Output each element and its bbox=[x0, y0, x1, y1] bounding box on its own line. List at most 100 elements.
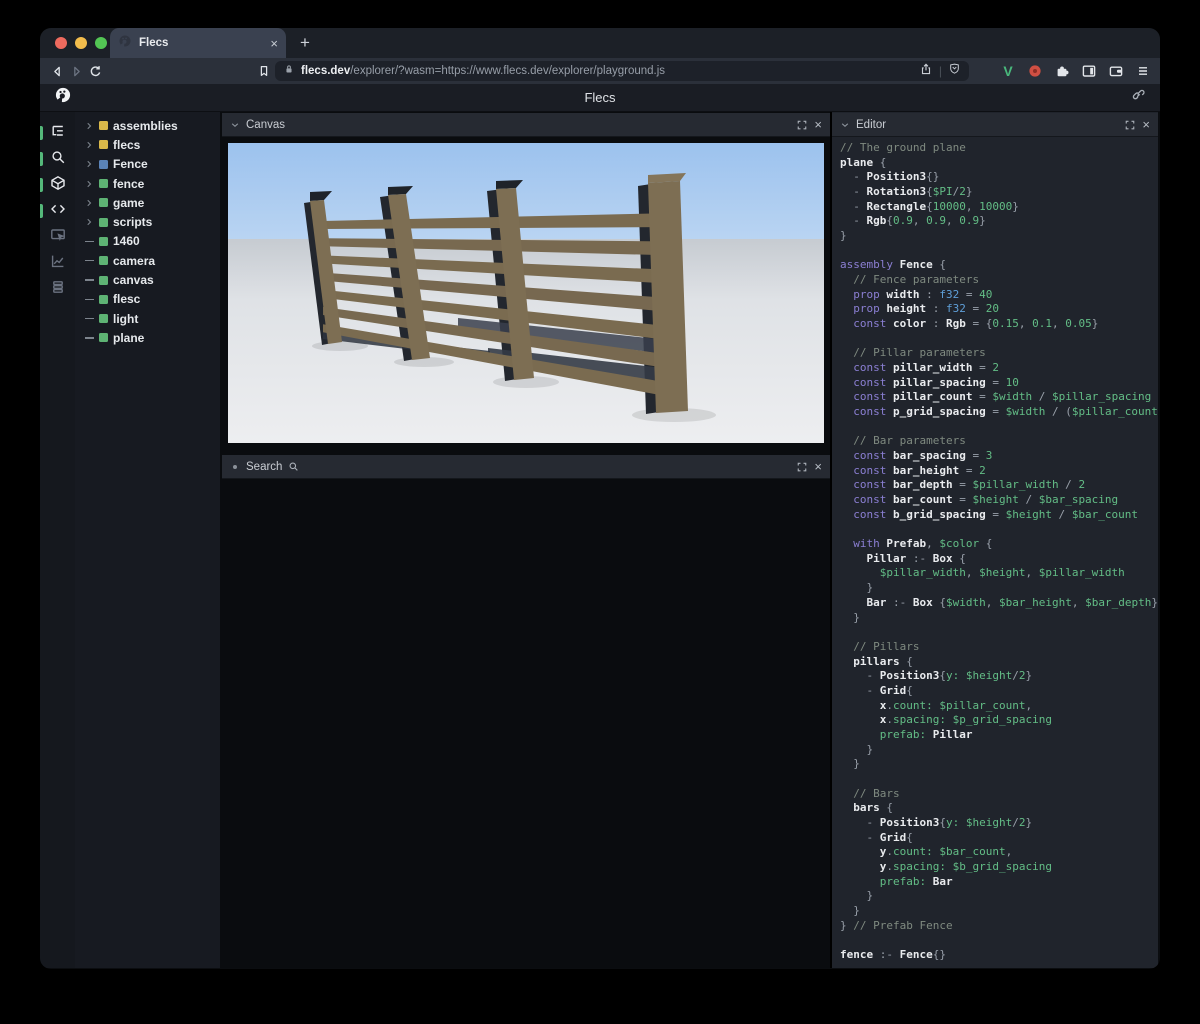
rail-item-outliner[interactable] bbox=[40, 120, 75, 146]
tree-item-flecs[interactable]: flecs bbox=[75, 135, 220, 154]
code-line: const pillar_width = 2 bbox=[840, 361, 1158, 376]
tree-item-light[interactable]: light bbox=[75, 309, 220, 328]
code-line: } // Prefab Fence bbox=[840, 919, 1158, 934]
share-icon[interactable] bbox=[919, 62, 933, 81]
code-line: } bbox=[840, 904, 1158, 919]
tree-item-camera[interactable]: camera bbox=[75, 251, 220, 270]
entity-color-square bbox=[99, 276, 108, 285]
code-line: const p_grid_spacing = $width / ($pillar… bbox=[840, 405, 1158, 420]
code-line: with Prefab, $color { bbox=[840, 537, 1158, 552]
rail-item-search[interactable] bbox=[40, 146, 75, 172]
leaf-dash-icon bbox=[84, 241, 94, 243]
cube-icon bbox=[50, 175, 66, 196]
code-line bbox=[840, 332, 1158, 347]
fence-render bbox=[228, 143, 824, 443]
code-line: // Bar parameters bbox=[840, 434, 1158, 449]
collapse-chevron-icon[interactable] bbox=[840, 120, 850, 130]
outliner-icon bbox=[50, 123, 66, 144]
close-panel-icon[interactable]: × bbox=[814, 459, 822, 474]
brave-shield-icon[interactable] bbox=[948, 62, 961, 80]
collapse-chevron-icon[interactable] bbox=[230, 120, 240, 130]
code-line: pillars { bbox=[840, 655, 1158, 670]
minimize-window-button[interactable] bbox=[75, 37, 87, 49]
code-line: const bar_count = $height / $bar_spacing bbox=[840, 493, 1158, 508]
expand-chevron-icon[interactable] bbox=[84, 141, 94, 149]
tree-item-game[interactable]: game bbox=[75, 193, 220, 212]
menu-icon[interactable] bbox=[1134, 62, 1152, 80]
leaf-dash-icon bbox=[84, 299, 94, 301]
fullscreen-icon[interactable] bbox=[796, 461, 808, 473]
code-line: $pillar_width, $height, $pillar_width bbox=[840, 566, 1158, 581]
code-line: bars { bbox=[840, 801, 1158, 816]
tree-item-plane[interactable]: plane bbox=[75, 328, 220, 347]
editor-panel-header: Editor × bbox=[832, 113, 1158, 137]
expand-chevron-icon[interactable] bbox=[84, 218, 94, 226]
new-tab-button[interactable]: + bbox=[300, 33, 310, 53]
expand-chevron-icon[interactable] bbox=[84, 160, 94, 168]
rail-item-code[interactable] bbox=[40, 198, 75, 224]
code-line: Bar :- Box {$width, $bar_height, $bar_de… bbox=[840, 596, 1158, 611]
tree-item-Fence[interactable]: Fence bbox=[75, 155, 220, 174]
tab-close-icon[interactable]: × bbox=[270, 36, 278, 51]
entity-tree: assemblies flecsFence fence gamescripts 1460… bbox=[75, 112, 222, 968]
editor-panel-title: Editor bbox=[856, 119, 886, 131]
code-line: const bar_height = 2 bbox=[840, 464, 1158, 479]
tree-item-scripts[interactable]: scripts bbox=[75, 212, 220, 231]
canvas-3d-view[interactable] bbox=[222, 137, 830, 449]
tree-item-fence[interactable]: fence bbox=[75, 174, 220, 193]
bookmark-icon[interactable] bbox=[257, 62, 271, 80]
collapsed-dot-icon[interactable] bbox=[233, 465, 237, 469]
code-icon bbox=[50, 201, 66, 222]
red-extension-icon[interactable] bbox=[1026, 62, 1044, 80]
close-panel-icon[interactable]: × bbox=[814, 117, 822, 132]
tree-item-assemblies[interactable]: assemblies bbox=[75, 116, 220, 135]
wallet-icon[interactable] bbox=[1107, 62, 1125, 80]
fullscreen-icon[interactable] bbox=[1124, 119, 1136, 131]
zoom-window-button[interactable] bbox=[95, 37, 107, 49]
code-line: const pillar_spacing = 10 bbox=[840, 376, 1158, 391]
forward-icon[interactable] bbox=[69, 62, 84, 80]
entity-color-square bbox=[99, 314, 108, 323]
vimium-v-icon[interactable]: V bbox=[999, 62, 1017, 80]
fullscreen-icon[interactable] bbox=[796, 119, 808, 131]
code-line: fence :- Fence{} bbox=[840, 948, 1158, 963]
rail-item-chart[interactable] bbox=[40, 250, 75, 276]
code-line: assembly Fence { bbox=[840, 258, 1158, 273]
code-line: // The ground plane bbox=[840, 141, 1158, 156]
back-icon[interactable] bbox=[50, 62, 65, 80]
close-window-button[interactable] bbox=[55, 37, 67, 49]
code-line: - Grid{ bbox=[840, 684, 1158, 699]
reload-icon[interactable] bbox=[88, 62, 103, 80]
rail-item-screen-share[interactable] bbox=[40, 224, 75, 250]
code-line: } bbox=[840, 757, 1158, 772]
entity-color-square bbox=[99, 140, 108, 149]
code-line: plane { bbox=[840, 156, 1158, 171]
code-line: const b_grid_spacing = $height / $bar_co… bbox=[840, 508, 1158, 523]
search-icon bbox=[288, 461, 299, 472]
tree-item-label: fence bbox=[113, 177, 144, 191]
code-line: - Rotation3{$PI/2} bbox=[840, 185, 1158, 200]
canvas-panel-header: Canvas × bbox=[222, 113, 830, 137]
expand-chevron-icon[interactable] bbox=[84, 199, 94, 207]
expand-chevron-icon[interactable] bbox=[84, 122, 94, 130]
tree-item-flesc[interactable]: flesc bbox=[75, 290, 220, 309]
code-editor[interactable]: // The ground planeplane { - Position3{}… bbox=[832, 137, 1158, 968]
code-line: - Rgb{0.9, 0.9, 0.9} bbox=[840, 214, 1158, 229]
close-panel-icon[interactable]: × bbox=[1142, 117, 1150, 132]
tree-item-label: assemblies bbox=[113, 119, 178, 133]
rail-item-stack[interactable] bbox=[40, 276, 75, 302]
sidebar-icon[interactable] bbox=[1080, 62, 1098, 80]
browser-tab[interactable]: Flecs × bbox=[110, 28, 286, 58]
url-bar[interactable]: flecs.dev/explorer/?wasm=https://www.fle… bbox=[275, 61, 969, 81]
tab-title: Flecs bbox=[139, 37, 263, 49]
puzzle-icon[interactable] bbox=[1053, 62, 1071, 80]
tree-item-label: 1460 bbox=[113, 234, 140, 248]
code-line: - Position3{y: $height/2} bbox=[840, 816, 1158, 831]
code-line: } bbox=[840, 743, 1158, 758]
rail-item-cube[interactable] bbox=[40, 172, 75, 198]
entity-color-square bbox=[99, 256, 108, 265]
tree-item-canvas[interactable]: canvas bbox=[75, 270, 220, 289]
code-line: prop height : f32 = 20 bbox=[840, 302, 1158, 317]
expand-chevron-icon[interactable] bbox=[84, 180, 94, 188]
tree-item-1460[interactable]: 1460 bbox=[75, 232, 220, 251]
